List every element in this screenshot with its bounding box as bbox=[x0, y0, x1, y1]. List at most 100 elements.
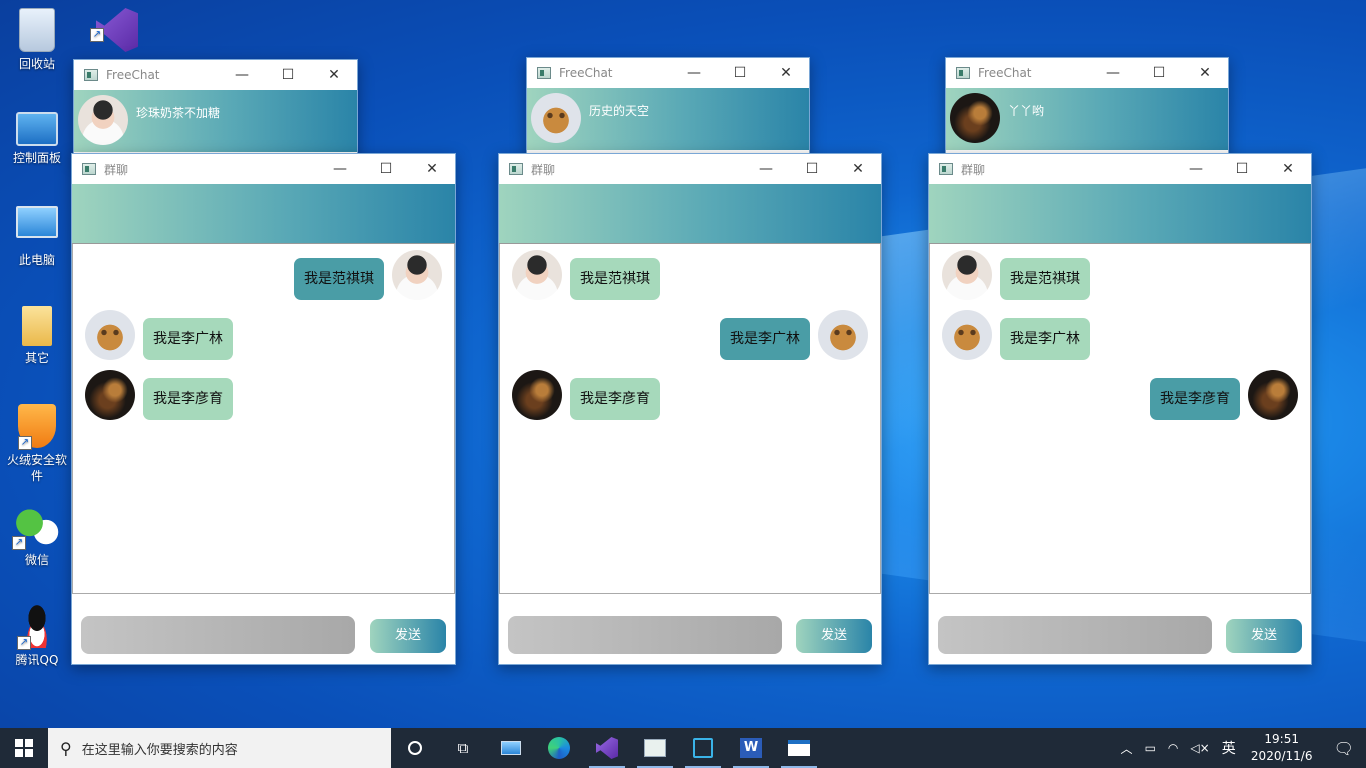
search-icon: ⚲ bbox=[60, 738, 72, 758]
user-avatar[interactable] bbox=[950, 93, 1000, 143]
group-chat-window-2[interactable]: 群聊 — ☐ ✕ 我是范祺琪 我是李广林 我是李彦育 发送 bbox=[498, 153, 882, 665]
taskbar-app-designer[interactable] bbox=[679, 728, 727, 768]
desktop-icon-other-folder[interactable]: 其它 bbox=[2, 306, 72, 366]
taskbar-app-computer[interactable] bbox=[487, 728, 535, 768]
sender-avatar bbox=[512, 250, 562, 300]
maximize-button[interactable]: ☐ bbox=[717, 58, 763, 88]
huorong-icon: ↗ bbox=[18, 404, 56, 450]
taskbar: ⚲ 在这里输入你要搜索的内容 ⧉ W ︿ ▭ ◠ ◁× 英 19:51 2020… bbox=[0, 728, 1366, 768]
chevron-up-icon[interactable]: ︿ bbox=[1115, 740, 1139, 757]
app-icon bbox=[509, 163, 523, 175]
send-button[interactable]: 发送 bbox=[796, 619, 872, 653]
send-button[interactable]: 发送 bbox=[1226, 619, 1302, 653]
battery-icon[interactable]: ▭ bbox=[1139, 741, 1162, 755]
title-bar[interactable]: FreeChat — ☐ ✕ bbox=[527, 58, 809, 88]
message-input[interactable] bbox=[938, 616, 1212, 654]
wifi-icon[interactable]: ◠ bbox=[1162, 741, 1184, 755]
message-row: 我是李彦育 bbox=[73, 370, 454, 422]
freechat-app-icon bbox=[644, 739, 666, 757]
message-row: 我是范祺琪 bbox=[73, 250, 454, 302]
taskbar-app-freechat[interactable] bbox=[631, 728, 679, 768]
compose-area: 发送 bbox=[72, 594, 455, 664]
freechat-window-2[interactable]: FreeChat — ☐ ✕ 历史的天空 bbox=[526, 57, 810, 157]
group-chat-window-1[interactable]: 群聊 — ☐ ✕ 我是范祺琪 我是李广林 我是李彦育 发送 bbox=[71, 153, 456, 665]
clock[interactable]: 19:51 2020/11/6 bbox=[1242, 731, 1322, 765]
taskbar-app-visual-studio[interactable] bbox=[583, 728, 631, 768]
freechat-window-3[interactable]: FreeChat — ☐ ✕ 丫丫哟 bbox=[945, 57, 1229, 157]
notification-icon[interactable]: 🗨 bbox=[1322, 739, 1366, 758]
desktop-icon-label: 其它 bbox=[24, 351, 49, 365]
clock-date: 2020/11/6 bbox=[1250, 749, 1313, 763]
close-button[interactable]: ✕ bbox=[763, 58, 809, 88]
task-view-icon: ⧉ bbox=[457, 739, 469, 757]
message-input[interactable] bbox=[508, 616, 782, 654]
message-row: 我是李广林 bbox=[500, 310, 880, 362]
desktop-icon-recycle-bin[interactable]: 回收站 bbox=[2, 8, 72, 72]
minimize-button[interactable]: — bbox=[219, 60, 265, 90]
taskbar-app-edge[interactable] bbox=[535, 728, 583, 768]
close-button[interactable]: ✕ bbox=[1182, 58, 1228, 88]
computer-icon bbox=[501, 741, 521, 755]
user-avatar[interactable] bbox=[531, 93, 581, 143]
qq-icon: ↗ bbox=[17, 602, 57, 650]
app-icon bbox=[537, 67, 551, 79]
minimize-button[interactable]: — bbox=[1173, 154, 1219, 184]
desktop-icon-control-panel[interactable]: 控制面板 bbox=[2, 112, 72, 166]
group-chat-window-3[interactable]: 群聊 — ☐ ✕ 我是范祺琪 我是李广林 我是李彦育 发送 bbox=[928, 153, 1312, 665]
window-title: 群聊 bbox=[104, 162, 129, 177]
message-list[interactable]: 我是范祺琪 我是李广林 我是李彦育 bbox=[929, 244, 1311, 594]
message-list[interactable]: 我是范祺琪 我是李广林 我是李彦育 bbox=[499, 244, 881, 594]
app-window-icon bbox=[788, 740, 810, 756]
message-input[interactable] bbox=[81, 616, 355, 654]
freechat-window-1[interactable]: FreeChat — ☐ ✕ 珍珠奶茶不加糖 bbox=[73, 59, 358, 159]
minimize-button[interactable]: — bbox=[743, 154, 789, 184]
volume-icon[interactable]: ◁× bbox=[1184, 741, 1215, 755]
maximize-button[interactable]: ☐ bbox=[265, 60, 311, 90]
edge-icon bbox=[548, 737, 570, 759]
wechat-icon: ↗ bbox=[12, 506, 62, 550]
title-bar[interactable]: FreeChat — ☐ ✕ bbox=[946, 58, 1228, 88]
taskbar-app-window[interactable] bbox=[775, 728, 823, 768]
message-list[interactable]: 我是范祺琪 我是李广林 我是李彦育 bbox=[72, 244, 455, 594]
maximize-button[interactable]: ☐ bbox=[789, 154, 835, 184]
close-button[interactable]: ✕ bbox=[409, 154, 455, 184]
send-button[interactable]: 发送 bbox=[370, 619, 446, 653]
title-bar[interactable]: 群聊 — ☐ ✕ bbox=[929, 154, 1311, 184]
message-bubble-other: 我是李广林 bbox=[143, 318, 233, 360]
input-method-indicator[interactable]: 英 bbox=[1216, 738, 1242, 758]
title-bar[interactable]: FreeChat — ☐ ✕ bbox=[74, 60, 357, 90]
desktop-icon-label: 微信 bbox=[24, 553, 49, 567]
minimize-button[interactable]: — bbox=[1090, 58, 1136, 88]
maximize-button[interactable]: ☐ bbox=[1219, 154, 1265, 184]
minimize-button[interactable]: — bbox=[317, 154, 363, 184]
cortana-button[interactable] bbox=[391, 728, 439, 768]
taskbar-search-box[interactable]: ⚲ 在这里输入你要搜索的内容 bbox=[48, 728, 391, 768]
sender-avatar bbox=[512, 370, 562, 420]
desktop-icon-huorong[interactable]: ↗ 火绒安全软件 bbox=[2, 404, 72, 484]
close-button[interactable]: ✕ bbox=[311, 60, 357, 90]
taskbar-app-word[interactable]: W bbox=[727, 728, 775, 768]
compose-area: 发送 bbox=[929, 594, 1311, 664]
user-avatar[interactable] bbox=[78, 95, 128, 145]
close-button[interactable]: ✕ bbox=[1265, 154, 1311, 184]
maximize-button[interactable]: ☐ bbox=[1136, 58, 1182, 88]
desktop-icon-qq[interactable]: ↗ 腾讯QQ bbox=[2, 602, 72, 668]
desktop-icon-wechat[interactable]: ↗ 微信 bbox=[2, 506, 72, 568]
desktop-icon-this-pc[interactable]: 此电脑 bbox=[2, 206, 72, 268]
app-icon bbox=[956, 67, 970, 79]
desktop-icon-label: 腾讯QQ bbox=[15, 653, 59, 667]
title-bar[interactable]: 群聊 — ☐ ✕ bbox=[72, 154, 455, 184]
computer-icon bbox=[16, 206, 58, 238]
minimize-button[interactable]: — bbox=[671, 58, 717, 88]
start-button[interactable] bbox=[0, 728, 48, 768]
sender-avatar bbox=[1248, 370, 1298, 420]
desktop-icon-visual-studio[interactable]: ↗ bbox=[82, 8, 152, 56]
title-bar[interactable]: 群聊 — ☐ ✕ bbox=[499, 154, 881, 184]
maximize-button[interactable]: ☐ bbox=[363, 154, 409, 184]
desktop-icon-label: 火绒安全软件 bbox=[6, 453, 67, 483]
window-title: FreeChat bbox=[559, 66, 613, 80]
close-button[interactable]: ✕ bbox=[835, 154, 881, 184]
shortcut-arrow-icon: ↗ bbox=[18, 436, 32, 450]
search-placeholder: 在这里输入你要搜索的内容 bbox=[81, 742, 238, 758]
task-view-button[interactable]: ⧉ bbox=[439, 728, 487, 768]
